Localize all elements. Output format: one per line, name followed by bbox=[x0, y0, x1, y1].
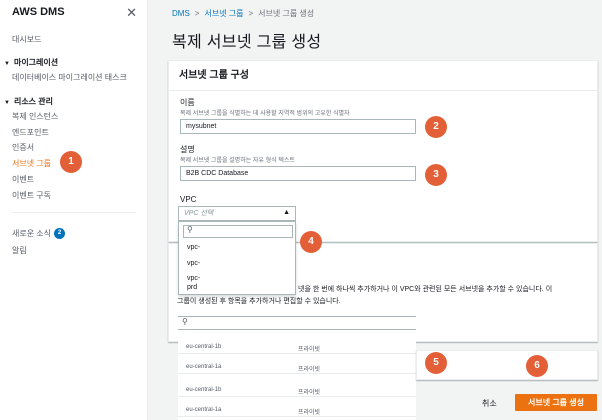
subnet-table: ⚲ eu-central-1b 프라이빗 eu-central-1a 프라이빗 eu… bbox=[178, 316, 416, 420]
sidebar-item-db-migration-tasks[interactable]: 데이터베이스 마이그레이션 태스크 bbox=[12, 72, 127, 83]
description-input[interactable]: B2B CDC Database bbox=[180, 166, 416, 181]
sidebar-item-notifications[interactable]: 알림 bbox=[12, 245, 27, 256]
vpc-search-input[interactable]: ⚲ bbox=[183, 225, 293, 238]
search-icon: ⚲ bbox=[182, 317, 188, 326]
sidebar-item-events[interactable]: 이벤트 bbox=[12, 174, 34, 185]
chevron-right-icon: > bbox=[194, 9, 200, 18]
page-title: 복제 서브넷 그룹 생성 bbox=[172, 34, 322, 51]
description-help: 복제 서브넷 그룹을 설명하는 자유 형식 텍스트 bbox=[180, 158, 295, 164]
subnet-type: 프라이빗 bbox=[298, 410, 321, 416]
breadcrumb: DMS > 서브넷 그룹 > 서브넷 그룹 생성 bbox=[172, 8, 314, 19]
subnet-type: 프라이빗 bbox=[298, 347, 321, 353]
sidebar-item-certificates[interactable]: 인증서 bbox=[12, 142, 34, 153]
name-description: 복제 서브넷 그룹을 식별하는 데 사용할 지역적 범위의 고유한 식별자 bbox=[180, 111, 350, 117]
close-icon[interactable]: ✕ bbox=[126, 6, 137, 19]
subnet-search-input[interactable]: ⚲ bbox=[178, 316, 416, 330]
sidebar-section-label: 마이그레이션 bbox=[13, 58, 59, 67]
caret-down-icon: ▼ bbox=[4, 61, 10, 67]
sidebar: AWS DMS ✕ 대시보드 ▼ 마이그레이션 데이터베이스 마이그레이션 태스크… bbox=[0, 0, 148, 420]
caret-up-icon: ▲ bbox=[283, 209, 290, 216]
breadcrumb-current: 서브넷 그룹 생성 bbox=[258, 9, 315, 18]
table-row[interactable]: eu-central-1a 프라이빗 bbox=[178, 362, 416, 374]
vpc-option[interactable]: vpc- bbox=[187, 259, 200, 268]
caret-down-icon: ▼ bbox=[4, 100, 10, 106]
sidebar-section-label: 리소스 관리 bbox=[13, 97, 53, 106]
cancel-button[interactable]: 취소 bbox=[482, 398, 497, 409]
availability-zone: eu-central-1a bbox=[186, 407, 222, 413]
config-panel-title: 서브넷 그룹 구성 bbox=[169, 61, 597, 91]
sidebar-header: AWS DMS ✕ bbox=[0, 0, 147, 20]
sidebar-section-migration[interactable]: ▼ 마이그레이션 bbox=[4, 57, 58, 68]
breadcrumb-dms[interactable]: DMS bbox=[172, 9, 190, 18]
whats-new-badge: 2 bbox=[54, 228, 66, 240]
vpc-select[interactable]: VPC 선택 ▲ bbox=[178, 206, 296, 221]
description-label: 설명 bbox=[180, 145, 195, 154]
callout-5: 5 bbox=[425, 352, 447, 374]
table-row[interactable]: eu-central-1b 프라이빗 bbox=[178, 342, 416, 354]
sidebar-item-replication-instances[interactable]: 복제 인스턴스 bbox=[12, 111, 58, 122]
vpc-option[interactable]: vpc- bbox=[187, 243, 200, 252]
sidebar-divider bbox=[12, 212, 136, 213]
vpc-label: VPC bbox=[180, 195, 197, 204]
subnet-panel-text-1: 넷을 한 번에 하나씩 추가하거나 이 VPC와 관련된 모든 서브넷을 추가할… bbox=[298, 286, 553, 293]
availability-zone: eu-central-1b bbox=[186, 344, 222, 350]
vpc-option[interactable]: prd bbox=[187, 283, 197, 292]
subnet-type: 프라이빗 bbox=[298, 367, 321, 373]
table-row[interactable]: eu-central-1b 프라이빗 bbox=[178, 385, 416, 397]
availability-zone: eu-central-1b bbox=[186, 387, 222, 393]
whats-new-label: 새로운 소식 bbox=[12, 229, 52, 238]
subnet-type: 프라이빗 bbox=[298, 390, 321, 396]
callout-4: 4 bbox=[300, 231, 322, 253]
availability-zone: eu-central-1a bbox=[186, 364, 222, 370]
create-subnet-group-button[interactable]: 서브넷 그룹 생성 bbox=[515, 394, 597, 411]
sidebar-title: AWS DMS bbox=[12, 6, 65, 18]
name-input[interactable]: mysubnet bbox=[180, 119, 416, 134]
sidebar-item-endpoints[interactable]: 엔드포인트 bbox=[12, 127, 49, 138]
callout-1: 1 bbox=[60, 151, 82, 173]
sidebar-item-dashboard[interactable]: 대시보드 bbox=[12, 34, 41, 45]
vpc-dropdown: ⚲ vpc- vpc- vpc- prd bbox=[178, 221, 296, 295]
sidebar-item-whats-new[interactable]: 새로운 소식 2 bbox=[12, 228, 66, 240]
callout-6: 6 bbox=[526, 355, 548, 377]
breadcrumb-subnet-groups[interactable]: 서브넷 그룹 bbox=[204, 9, 243, 18]
vpc-select-placeholder: VPC 선택 bbox=[184, 210, 214, 217]
callout-3: 3 bbox=[425, 164, 447, 186]
chevron-right-icon: > bbox=[248, 9, 254, 18]
name-label: 이름 bbox=[180, 98, 195, 107]
table-row[interactable]: eu-central-1a 프라이빗 bbox=[178, 405, 416, 417]
sidebar-section-resources[interactable]: ▼ 리소스 관리 bbox=[4, 96, 53, 107]
search-icon: ⚲ bbox=[187, 225, 193, 234]
subnet-panel-text-2: 그룹이 생성된 후 항목을 추가하거나 편집할 수 있습니다. bbox=[177, 298, 341, 305]
callout-2: 2 bbox=[425, 116, 447, 138]
sidebar-item-subnet-groups[interactable]: 서브넷 그룹 bbox=[12, 158, 51, 169]
sidebar-item-event-subscriptions[interactable]: 이벤트 구독 bbox=[12, 190, 51, 201]
vpc-option[interactable]: vpc- bbox=[187, 274, 200, 283]
